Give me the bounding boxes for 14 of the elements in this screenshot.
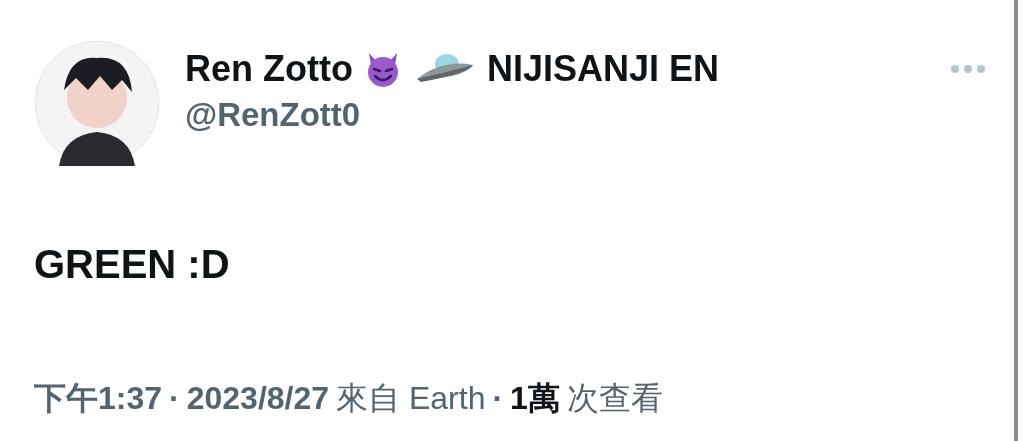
tweet-time: 下午1:37	[34, 379, 163, 418]
scrollbar[interactable]	[1014, 0, 1018, 441]
display-name[interactable]: Ren Zotto	[185, 48, 353, 90]
tweet-date: 2023/8/27	[186, 380, 330, 417]
tweet-text: GREEN :D	[34, 242, 231, 287]
view-count: 1萬	[510, 379, 560, 418]
separator-dot: ·	[169, 380, 180, 417]
affiliation-label: NIJISANJI EN	[486, 48, 720, 90]
meta-text: 來自 Earth	[336, 379, 486, 418]
user-handle[interactable]: @RenZott0	[185, 96, 720, 134]
separator-dot: ·	[492, 380, 504, 417]
meta-text: 次查看	[566, 379, 663, 418]
more-options-icon[interactable]	[950, 64, 986, 74]
avatar[interactable]	[34, 40, 160, 166]
